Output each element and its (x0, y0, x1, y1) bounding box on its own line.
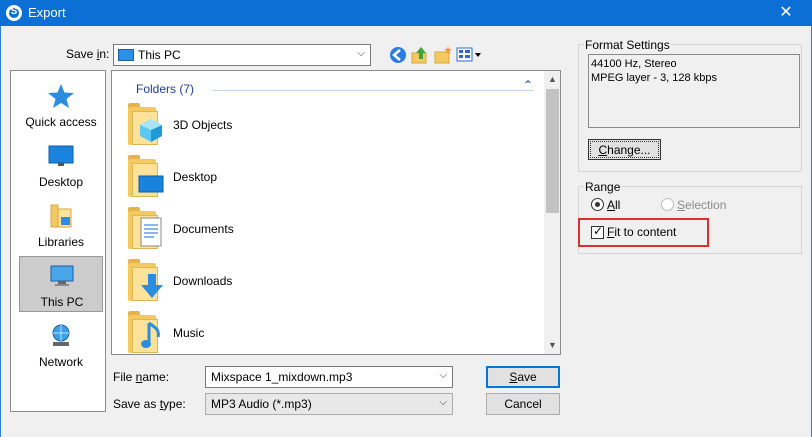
title-bar: S Export ✕ (0, 0, 812, 26)
save-as-type-label: Save as type: (113, 397, 186, 411)
group-divider (212, 90, 534, 91)
scroll-thumb[interactable] (546, 89, 559, 213)
chevron-down-icon: ⌵ (439, 397, 447, 408)
format-settings-display: 44100 Hz, Stereo MPEG layer - 3, 128 kbp… (588, 54, 800, 128)
range-selection-label: Selection (677, 198, 727, 212)
close-button[interactable]: ✕ (760, 0, 812, 26)
place-this-pc[interactable]: This PC (19, 256, 103, 312)
save-in-value: This PC (138, 48, 181, 62)
format-settings-title: Format Settings (584, 38, 671, 52)
back-icon[interactable] (388, 45, 408, 65)
scroll-up-icon[interactable]: ▲ (544, 71, 560, 88)
highlight-box (578, 218, 709, 247)
network-icon (52, 324, 70, 346)
documents-folder-icon (128, 207, 164, 249)
view-menu-icon[interactable] (456, 46, 482, 64)
list-item[interactable]: Music (126, 309, 506, 354)
music-folder-icon (128, 311, 164, 353)
window-title: Export (28, 5, 66, 20)
places-bar: Quick access Desktop Libraries This PC N… (10, 70, 106, 412)
file-name-value: Mixspace 1_mixdown.mp3 (211, 370, 353, 384)
vertical-scrollbar[interactable]: ▲ ▼ (544, 71, 560, 354)
list-item[interactable]: Desktop (126, 153, 506, 205)
libraries-icon (50, 204, 72, 228)
cancel-button[interactable]: Cancel (486, 393, 560, 415)
save-as-type-value: MP3 Audio (*.mp3) (211, 397, 312, 411)
new-folder-icon[interactable] (433, 45, 453, 65)
place-network[interactable]: Network (19, 317, 103, 373)
star-icon (48, 84, 74, 108)
range-all-radio[interactable] (591, 198, 604, 211)
desktop-folder-icon (128, 155, 164, 197)
chevron-down-icon[interactable]: ⌵ (439, 370, 447, 381)
chevron-up-icon[interactable]: ⌃ (523, 78, 533, 92)
place-libraries[interactable]: Libraries (19, 197, 103, 253)
up-folder-icon[interactable] (410, 45, 430, 65)
range-title: Range (584, 180, 622, 194)
save-in-dropdown[interactable]: This PC ⌵ (113, 44, 371, 66)
place-quick-access[interactable]: Quick access (19, 77, 103, 133)
format-line-2: MPEG layer - 3, 128 kbps (591, 72, 717, 84)
list-item[interactable]: Documents (126, 205, 506, 257)
format-line-1: 44100 Hz, Stereo (591, 58, 677, 70)
group-header[interactable]: Folders (7) (136, 82, 194, 96)
chevron-down-icon: ⌵ (357, 48, 365, 59)
change-button[interactable]: Change... (588, 139, 661, 160)
desktop-icon (48, 145, 74, 166)
computer-icon (50, 265, 74, 286)
range-selection-radio[interactable] (661, 198, 674, 211)
scroll-down-icon[interactable]: ▼ (544, 337, 560, 354)
3d-objects-folder-icon (128, 103, 164, 145)
list-item[interactable]: 3D Objects (126, 101, 506, 153)
range-all-label[interactable]: All (607, 198, 620, 212)
save-as-type-dropdown[interactable]: MP3 Audio (*.mp3) ⌵ (205, 393, 453, 415)
save-button[interactable]: Save (486, 366, 560, 388)
list-item[interactable]: Downloads (126, 257, 506, 309)
place-desktop[interactable]: Desktop (19, 137, 103, 193)
file-name-label: File name: (113, 370, 170, 384)
file-name-input[interactable]: Mixspace 1_mixdown.mp3 ⌵ (205, 366, 453, 388)
downloads-folder-icon (128, 259, 164, 301)
file-list[interactable]: Folders (7) ⌃ 3D Objects Desktop Documen… (111, 70, 561, 355)
save-in-label: Save in: (66, 47, 110, 61)
computer-icon (118, 49, 134, 61)
app-logo-icon: S (6, 5, 22, 21)
